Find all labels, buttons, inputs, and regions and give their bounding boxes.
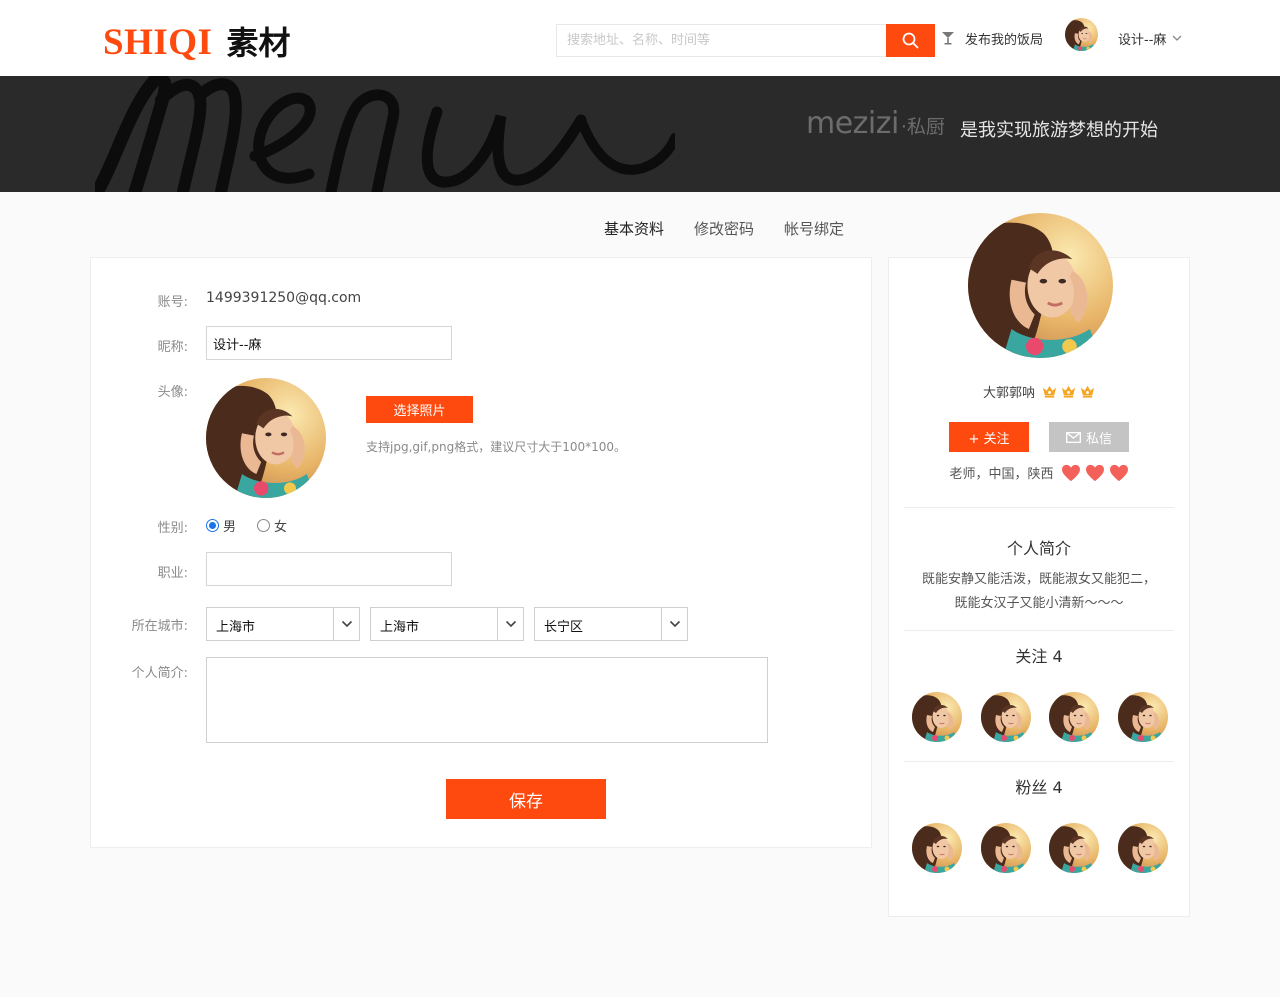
following-avatar[interactable]: [1118, 692, 1168, 742]
search-bar: [556, 24, 935, 57]
site-logo[interactable]: SHIQI 素材: [103, 18, 290, 63]
profile-bio-line: 既能安静又能活泼，既能淑女又能犯二，: [921, 572, 1156, 587]
search-input[interactable]: [557, 25, 887, 56]
gender-male-radio[interactable]: 男: [206, 516, 236, 535]
header-user-avatar[interactable]: [1065, 18, 1098, 51]
profile-bio-text: 既能安静又能活泼，既能淑女又能犯二， 既能女汉子又能小清新～～～: [909, 568, 1169, 616]
divider: [904, 507, 1174, 508]
district-select[interactable]: 长宁区: [534, 607, 688, 641]
bio-textarea[interactable]: [206, 657, 768, 743]
tab-change-password[interactable]: 修改密码: [694, 218, 754, 239]
chevron-down-icon: [497, 608, 523, 640]
envelope-icon: [1066, 431, 1081, 443]
tab-basic-info[interactable]: 基本资料: [604, 218, 664, 239]
message-label: 私信: [1085, 431, 1112, 447]
crown-icon: [1061, 384, 1076, 399]
divider: [904, 761, 1174, 762]
chevron-down-icon: [333, 608, 359, 640]
logo-text-cn: 素材: [226, 24, 291, 62]
province-select[interactable]: 上海市: [206, 607, 360, 641]
profile-location-row: 老师，中国，陕西: [889, 463, 1189, 482]
following-section-title: 关注 4: [1015, 647, 1063, 666]
tab-account-binding[interactable]: 帐号绑定: [784, 218, 844, 239]
photo-format-hint: 支持jpg,gif,png格式，建议尺寸大于100*100。: [366, 440, 627, 454]
nickname-label: 昵称:: [157, 340, 188, 355]
chevron-down-icon: [1172, 35, 1182, 41]
gender-female-label: 女: [274, 520, 288, 535]
gender-label: 性别:: [157, 521, 188, 536]
gender-female-radio[interactable]: 女: [257, 516, 287, 535]
profile-name-row: 大郭郭呐: [889, 382, 1189, 401]
profile-location: 老师，中国，陕西: [949, 467, 1054, 482]
job-label: 职业:: [157, 566, 188, 581]
nickname-input[interactable]: [206, 326, 452, 360]
bio-label: 个人简介:: [131, 666, 188, 681]
follower-avatar[interactable]: [1118, 823, 1168, 873]
banner-slogan: 是我实现旅游梦想的开始: [960, 120, 1158, 141]
district-value: 长宁区: [544, 620, 584, 635]
header-username: 设计--麻: [1118, 32, 1167, 48]
user-menu-dropdown[interactable]: 设计--麻: [1118, 28, 1183, 48]
following-avatar[interactable]: [981, 692, 1031, 742]
follow-button[interactable]: + 关注: [949, 422, 1029, 452]
account-value: 1499391250@qq.com: [206, 290, 362, 306]
crown-icon: [1080, 384, 1095, 399]
city-value: 上海市: [380, 620, 420, 635]
mezizi-brand-logo: mezizi ·私厨: [806, 106, 945, 141]
province-value: 上海市: [216, 620, 256, 635]
radio-checked-indicator: [206, 519, 219, 532]
profile-avatar[interactable]: [968, 213, 1113, 358]
account-label: 账号:: [157, 295, 188, 310]
save-button[interactable]: 保存: [446, 779, 606, 819]
top-header: SHIQI 素材 发布我的饭局 设计--麻: [0, 0, 1280, 76]
choose-photo-button[interactable]: 选择照片: [366, 396, 473, 423]
following-avatar[interactable]: [1049, 692, 1099, 742]
radio-unchecked-indicator: [257, 519, 270, 532]
logo-text-en: SHIQI: [103, 22, 213, 63]
city-select[interactable]: 上海市: [370, 607, 524, 641]
crown-icon: [1042, 384, 1057, 399]
followers-list: [912, 823, 1168, 873]
follower-avatar[interactable]: [981, 823, 1031, 873]
chevron-down-icon: [661, 608, 687, 640]
divider: [904, 630, 1174, 631]
publish-meal-link[interactable]: 发布我的饭局: [940, 28, 1043, 48]
city-label: 所在城市:: [131, 619, 188, 634]
profile-bio-line: 既能女汉子又能小清新～～～: [954, 596, 1124, 611]
avatar-preview: [206, 378, 326, 498]
cocktail-glass-icon: [940, 30, 956, 46]
settings-tabs: 基本资料 修改密码 帐号绑定: [604, 218, 874, 239]
message-button[interactable]: 私信: [1049, 422, 1129, 452]
hero-banner: mezizi ·私厨 是我实现旅游梦想的开始: [0, 76, 1280, 192]
heart-icon: [1061, 464, 1081, 482]
heart-icon: [1085, 464, 1105, 482]
profile-form-card: 账号: 1499391250@qq.com 昵称: 头像: 选择照片 支持jpg…: [90, 257, 872, 848]
brand-text-cn: ·私厨: [900, 116, 945, 138]
publish-label: 发布我的饭局: [965, 32, 1044, 48]
following-list: [912, 692, 1168, 742]
follower-avatar[interactable]: [912, 823, 962, 873]
heart-icon: [1109, 464, 1129, 482]
gender-male-label: 男: [223, 520, 237, 535]
avatar-label: 头像:: [157, 385, 188, 400]
job-input[interactable]: [206, 552, 452, 586]
followers-section-title: 粉丝 4: [1015, 778, 1063, 797]
brand-text-en: mezizi: [806, 106, 899, 141]
bio-section-title: 个人简介: [1006, 539, 1071, 558]
follower-avatar[interactable]: [1049, 823, 1099, 873]
profile-name: 大郭郭呐: [982, 386, 1035, 401]
following-avatar[interactable]: [912, 692, 962, 742]
menu-script-lettering: [95, 76, 675, 192]
search-button[interactable]: [886, 24, 935, 57]
search-icon: [902, 32, 919, 49]
